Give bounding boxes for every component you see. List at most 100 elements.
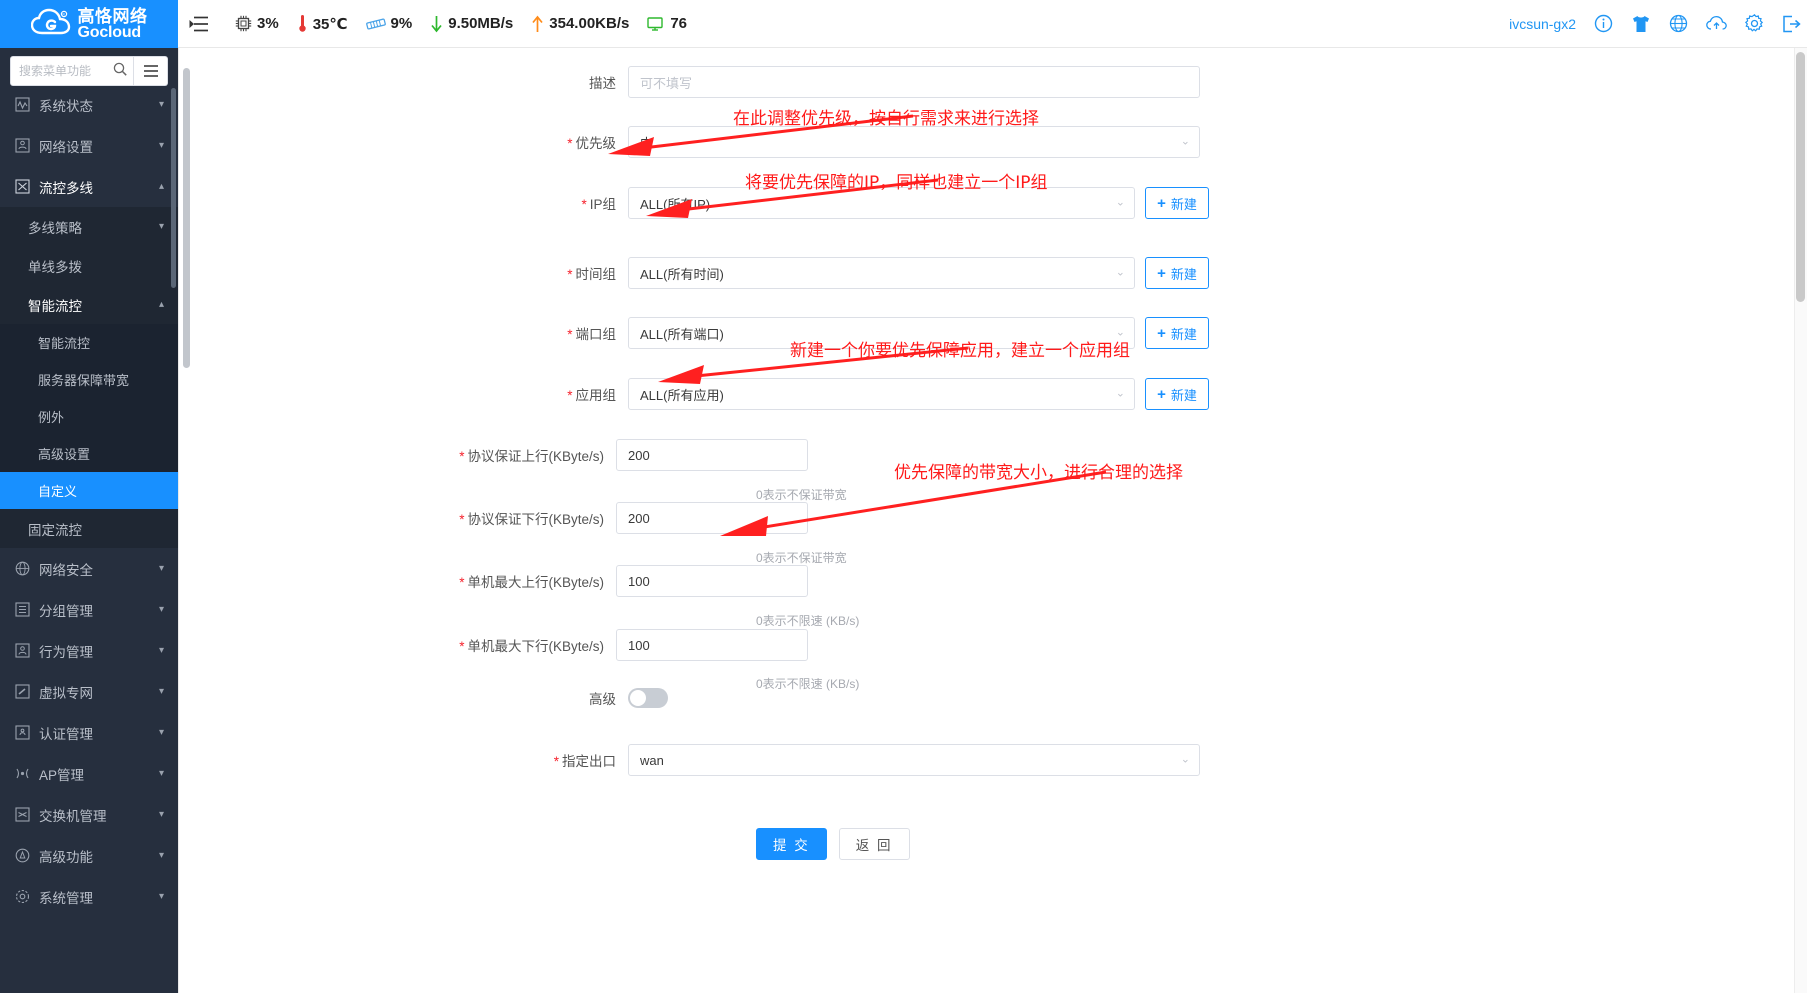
field-guarantee-down: *协议保证下行(KByte/s) 200 [428,502,808,534]
sidebar-item-system-management[interactable]: 系统管理 ▾ [0,876,178,917]
info-icon[interactable] [1594,14,1613,33]
annotation-text-1: 在此调整优先级，按自行需求来进行选择 [733,104,1039,129]
custom-rule-form: 描述 可不填写 *优先级 中 ⌄ [178,48,1807,993]
chevron-down-icon: ⌄ [1181,137,1190,148]
required-marker: * [567,267,572,282]
globe-icon[interactable] [1669,14,1688,33]
brand-logo[interactable]: R 高恪网络 Gocloud [0,0,178,48]
host-max-up-input[interactable]: 100 [616,565,808,597]
brand-name-en: Gocloud [78,25,148,41]
time-group-new-button[interactable]: + 新建 [1145,257,1209,289]
sidebar-item-label: 高级功能 [39,846,150,866]
page-scrollbar-track[interactable] [1794,48,1807,993]
sidebar-item-group-management[interactable]: 分组管理 ▾ [0,589,178,630]
sidebar-item-behavior-management[interactable]: 行为管理 ▾ [0,630,178,671]
cloud-upload-icon[interactable] [1706,15,1727,32]
required-marker: * [567,136,572,151]
field-control: ALL(所有时间) ⌄ + 新建 [628,257,1209,289]
monitor-icon [647,16,665,32]
sidebar-item-label: 例外 [38,407,164,426]
app-group-select[interactable]: ALL(所有应用) ⌄ [628,378,1135,410]
hamburger-icon[interactable] [134,56,168,86]
required-marker: * [567,327,572,342]
cpu-icon [235,15,252,32]
sidebar-item-multiline-policy[interactable]: 多线策略 ▾ [0,207,178,246]
sidebar-item-label: 智能流控 [28,295,150,315]
sidebar-item-network-settings[interactable]: 网络设置 ▾ [0,125,178,166]
sidebar-item-ap-management[interactable]: AP管理 ▾ [0,753,178,794]
upload-value: 354.00KB/s [549,15,629,32]
tshirt-icon[interactable] [1631,15,1651,33]
sidebar-item-label: AP管理 [39,764,150,784]
chevron-down-icon: ⌄ [1116,268,1125,279]
sidebar-item-custom[interactable]: 自定义 [0,472,178,509]
sidebar-menu-bottom: 网络安全 ▾ 分组管理 ▾ 行为管理 ▾ [0,548,178,917]
sidebar-item-smart-traffic-child[interactable]: 智能流控 [0,324,178,361]
sidebar-item-auth-management[interactable]: 认证管理 ▾ [0,712,178,753]
field-label: *优先级 [440,132,628,152]
chevron-down-icon: ▾ [159,809,164,820]
advanced-icon [14,848,30,863]
sidebar-scrollbar-thumb[interactable] [171,88,176,288]
brand-text: 高恪网络 Gocloud [78,8,148,41]
egress-value: wan [640,753,664,768]
brand-name-cn: 高恪网络 [78,8,148,25]
sidebar-item-switch-management[interactable]: 交换机管理 ▾ [0,794,178,835]
submit-button[interactable]: 提 交 [756,828,827,860]
traffic-icon [14,179,30,194]
guarantee-up-input[interactable]: 200 [616,439,808,471]
group-icon [14,602,30,617]
field-label: *指定出口 [440,750,628,770]
field-label: *单机最大下行(KByte/s) [428,635,616,655]
sidebar-item-traffic-control[interactable]: 流控多线 ▴ [0,166,178,207]
sidebar-item-single-multidial[interactable]: 单线多拨 [0,246,178,285]
gear-icon[interactable] [1745,14,1764,33]
sidebar-item-label: 认证管理 [39,723,150,743]
field-label: 高级 [440,688,628,708]
priority-select[interactable]: 中 ⌄ [628,126,1200,158]
search-input[interactable] [19,64,113,78]
sidebar-item-network-security[interactable]: 网络安全 ▾ [0,548,178,589]
sidebar-item-server-bandwidth[interactable]: 服务器保障带宽 [0,361,178,398]
required-marker: * [459,512,464,527]
sidebar-item-fixed-traffic[interactable]: 固定流控 [0,509,178,548]
field-priority: *优先级 中 ⌄ [440,126,1200,158]
sidebar-item-vpn[interactable]: 虚拟专网 ▾ [0,671,178,712]
required-marker: * [459,575,464,590]
egress-select[interactable]: wan ⌄ [628,744,1200,776]
sidebar-item-label: 分组管理 [39,600,150,620]
field-label: *单机最大上行(KByte/s) [428,571,616,591]
menu-collapse-icon[interactable] [178,0,220,48]
description-input[interactable]: 可不填写 [628,66,1200,98]
time-group-value: ALL(所有时间) [640,264,724,283]
system-gear-icon [14,889,30,904]
page-scrollbar-thumb[interactable] [1796,52,1805,302]
port-group-new-button[interactable]: + 新建 [1145,317,1209,349]
user-name[interactable]: ivcsun-gx2 [1509,16,1576,32]
advanced-toggle[interactable] [628,688,668,708]
sidebar-item-system-status[interactable]: 系统状态 ▾ [0,84,178,125]
back-button[interactable]: 返 回 [839,828,910,860]
guarantee-down-input[interactable]: 200 [616,502,808,534]
sidebar-item-exception[interactable]: 例外 [0,398,178,435]
search-box[interactable] [10,56,134,86]
field-advanced: 高级 [440,688,668,708]
ip-group-new-button[interactable]: + 新建 [1145,187,1209,219]
logout-icon[interactable] [1782,15,1801,33]
sidebar-item-advanced-settings[interactable]: 高级设置 [0,435,178,472]
search-icon[interactable] [113,62,127,81]
behavior-icon [14,643,30,658]
app-group-new-button[interactable]: + 新建 [1145,378,1209,410]
field-control: 中 ⌄ [628,126,1200,158]
stat-cpu: 3% [228,15,286,32]
field-description: 描述 可不填写 [440,66,1200,98]
sidebar-submenu-traffic-tail: 固定流控 [0,509,178,548]
chevron-up-icon: ▴ [159,299,164,310]
field-label: *协议保证下行(KByte/s) [428,508,616,528]
memory-value: 9% [391,15,413,32]
host-max-down-input[interactable]: 100 [616,629,808,661]
sidebar-item-advanced-features[interactable]: 高级功能 ▾ [0,835,178,876]
time-group-select[interactable]: ALL(所有时间) ⌄ [628,257,1135,289]
sidebar-item-label: 网络安全 [39,559,150,579]
sidebar-item-smart-traffic[interactable]: 智能流控 ▴ [0,285,178,324]
